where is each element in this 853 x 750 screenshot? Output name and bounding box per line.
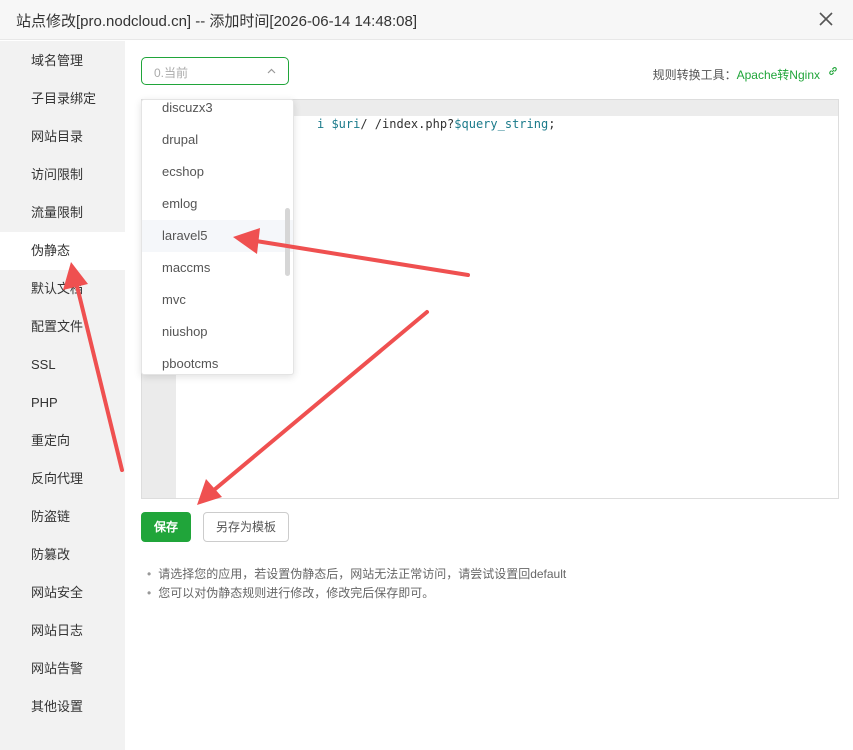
code-path: / /index.php? (360, 117, 455, 131)
sidebar-item-domain[interactable]: 域名管理 (0, 42, 125, 80)
option-pbootcms[interactable]: pbootcms (142, 348, 293, 374)
code-line: i $uri/ /index.php?$query_string; (317, 117, 555, 131)
option-laravel5[interactable]: laravel5 (142, 220, 293, 252)
sidebar-item-rewrite[interactable]: 伪静态 (0, 232, 125, 270)
dropdown-scrollbar[interactable] (285, 208, 290, 276)
sidebar-item-subdir-binding[interactable]: 子目录绑定 (0, 80, 125, 118)
code-variable-uri: $uri (331, 117, 361, 131)
tips-list: 请选择您的应用，若设置伪静态后，网站无法正常访问，请尝试设置回default 您… (147, 565, 566, 603)
option-ecshop[interactable]: ecshop (142, 156, 293, 188)
chevron-up-icon (267, 68, 276, 74)
convert-tool: 规则转换工具：Apache转Nginx (653, 66, 820, 83)
sidebar-item-hotlink-protection[interactable]: 防盗链 (0, 498, 125, 536)
code-variable-query: $query_string (454, 117, 549, 131)
save-as-template-button[interactable]: 另存为模板 (203, 512, 289, 542)
sidebar-item-config-file[interactable]: 配置文件 (0, 308, 125, 346)
rewrite-template-dropdown: discuzx3 drupal ecshop emlog laravel5 ma… (141, 99, 294, 375)
sidebar-item-php[interactable]: PHP (0, 384, 125, 422)
tip-item: 请选择您的应用，若设置伪静态后，网站无法正常访问，请尝试设置回default (147, 565, 566, 584)
apache-to-nginx-link[interactable]: Apache转Nginx (737, 68, 820, 82)
sidebar-item-site-security[interactable]: 网站安全 (0, 574, 125, 612)
sidebar-item-other-settings[interactable]: 其他设置 (0, 688, 125, 726)
link-icon[interactable] (827, 65, 839, 77)
sidebar-item-access-limit[interactable]: 访问限制 (0, 156, 125, 194)
tip-item: 您可以对伪静态规则进行修改，修改完后保存即可。 (147, 584, 566, 603)
dialog-titlebar: 站点修改[pro.nodcloud.cn] -- 添加时间[2026-06-14… (0, 0, 853, 40)
rewrite-template-select[interactable]: 0.当前 (141, 57, 289, 85)
option-discuzx3[interactable]: discuzx3 (142, 100, 293, 124)
close-icon[interactable] (815, 8, 837, 30)
option-niushop[interactable]: niushop (142, 316, 293, 348)
sidebar-item-site-directory[interactable]: 网站目录 (0, 118, 125, 156)
sidebar-item-site-logs[interactable]: 网站日志 (0, 612, 125, 650)
sidebar-item-tamper-protection[interactable]: 防篡改 (0, 536, 125, 574)
sidebar-item-default-document[interactable]: 默认文档 (0, 270, 125, 308)
sidebar-item-traffic-limit[interactable]: 流量限制 (0, 194, 125, 232)
option-maccms[interactable]: maccms (142, 252, 293, 284)
dialog-title: 站点修改[pro.nodcloud.cn] -- 添加时间[2026-06-14… (16, 13, 418, 30)
save-button[interactable]: 保存 (141, 512, 191, 542)
option-emlog[interactable]: emlog (142, 188, 293, 220)
sidebar-item-ssl[interactable]: SSL (0, 346, 125, 384)
option-mvc[interactable]: mvc (142, 284, 293, 316)
sidebar-item-site-alerts[interactable]: 网站告警 (0, 650, 125, 688)
sidebar-item-reverse-proxy[interactable]: 反向代理 (0, 460, 125, 498)
convert-tool-label: 规则转换工具： (652, 68, 737, 82)
sidebar: 域名管理 子目录绑定 网站目录 访问限制 流量限制 伪静态 默认文档 配置文件 … (0, 41, 125, 750)
code-keyword: i (317, 117, 332, 131)
option-drupal[interactable]: drupal (142, 124, 293, 156)
sidebar-item-redirect[interactable]: 重定向 (0, 422, 125, 460)
code-terminator: ; (548, 117, 556, 131)
select-value: 0.当前 (154, 66, 189, 80)
